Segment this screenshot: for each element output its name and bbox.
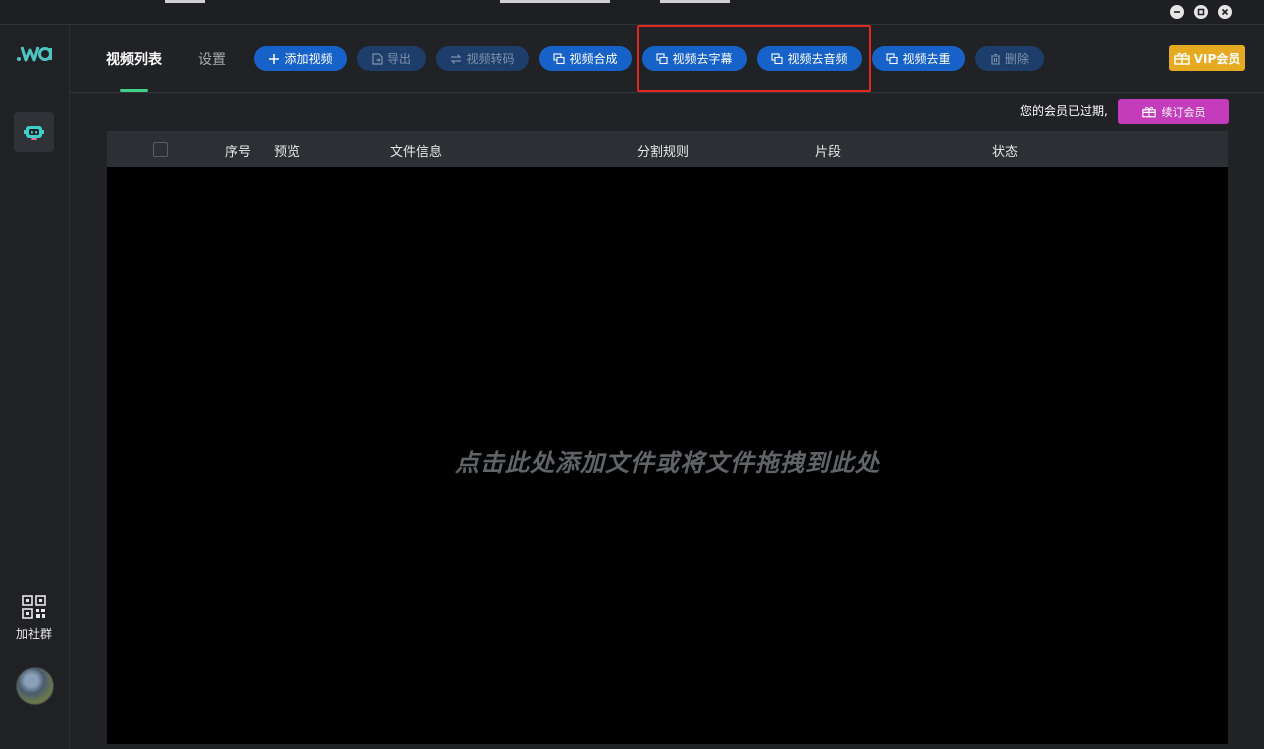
trash-icon <box>990 53 1000 65</box>
titlebar-decoration <box>500 0 610 3</box>
dedupe-video-label: 视频去重 <box>902 52 951 66</box>
robot-nav-button[interactable] <box>14 112 54 152</box>
robot-icon <box>24 126 44 140</box>
tab-video-list[interactable]: 视频列表 <box>106 49 162 68</box>
copy-icon <box>886 52 899 64</box>
vip-label: VIP会员 <box>1193 51 1241 66</box>
file-drop-zone[interactable]: 点击此处添加文件或将文件拖拽到此处 <box>107 167 1228 744</box>
drop-zone-hint: 点击此处添加文件或将文件拖拽到此处 <box>455 449 880 477</box>
gift-icon <box>1174 52 1190 65</box>
column-segments: 片段 <box>815 145 842 160</box>
column-preview: 预览 <box>274 145 301 160</box>
swap-arrows-icon <box>451 53 462 64</box>
remove-subtitle-button[interactable]: 视频去字幕 <box>642 46 747 71</box>
app-logo <box>17 46 52 62</box>
export-button[interactable]: 导出 <box>357 46 426 71</box>
export-file-icon <box>372 52 383 65</box>
table-header: 序号 预览 文件信息 分割规则 片段 状态 <box>107 131 1228 167</box>
renew-label: 续订会员 <box>1161 105 1206 119</box>
minimize-icon[interactable] <box>1170 5 1184 19</box>
join-community-button[interactable]: 加社群 <box>10 595 58 642</box>
qr-code-icon <box>22 595 46 619</box>
merge-video-label: 视频合成 <box>569 52 618 66</box>
column-status: 状态 <box>992 145 1019 160</box>
titlebar-decoration <box>660 0 730 3</box>
titlebar-decoration <box>165 0 205 3</box>
copy-icon <box>553 52 566 64</box>
window-titlebar <box>0 0 1264 25</box>
maximize-icon[interactable] <box>1194 5 1208 19</box>
export-label: 导出 <box>386 52 411 66</box>
add-video-label: 添加视频 <box>284 52 333 66</box>
remove-subtitle-label: 视频去字幕 <box>672 52 733 66</box>
gift-icon <box>1141 106 1156 118</box>
transcode-button[interactable]: 视频转码 <box>436 46 529 71</box>
remove-audio-button[interactable]: 视频去音频 <box>757 46 862 71</box>
merge-video-button[interactable]: 视频合成 <box>539 46 632 71</box>
plus-icon <box>269 53 280 64</box>
column-split-rule: 分割规则 <box>637 145 690 160</box>
column-file-info: 文件信息 <box>390 145 443 160</box>
select-all-checkbox[interactable] <box>153 142 168 157</box>
header-divider <box>70 92 1264 93</box>
user-avatar[interactable] <box>16 667 54 705</box>
add-video-button[interactable]: 添加视频 <box>254 46 347 71</box>
join-community-label: 加社群 <box>15 627 52 641</box>
copy-icon <box>656 52 669 64</box>
membership-expired-text: 您的会员已过期, <box>1020 104 1108 118</box>
delete-label: 删除 <box>1004 52 1029 66</box>
main-tabs: 视频列表 设置 <box>106 49 226 68</box>
transcode-label: 视频转码 <box>466 52 515 66</box>
vip-membership-button[interactable]: VIP会员 <box>1169 45 1245 71</box>
tab-settings[interactable]: 设置 <box>198 49 226 68</box>
column-index: 序号 <box>225 145 252 160</box>
remove-audio-label: 视频去音频 <box>787 52 848 66</box>
close-icon[interactable] <box>1218 5 1232 19</box>
delete-button[interactable]: 删除 <box>975 46 1044 71</box>
dedupe-video-button[interactable]: 视频去重 <box>872 46 965 71</box>
copy-icon <box>771 52 784 64</box>
sidebar: wa 加社群 <box>0 25 70 749</box>
renew-membership-button[interactable]: 续订会员 <box>1118 99 1229 124</box>
